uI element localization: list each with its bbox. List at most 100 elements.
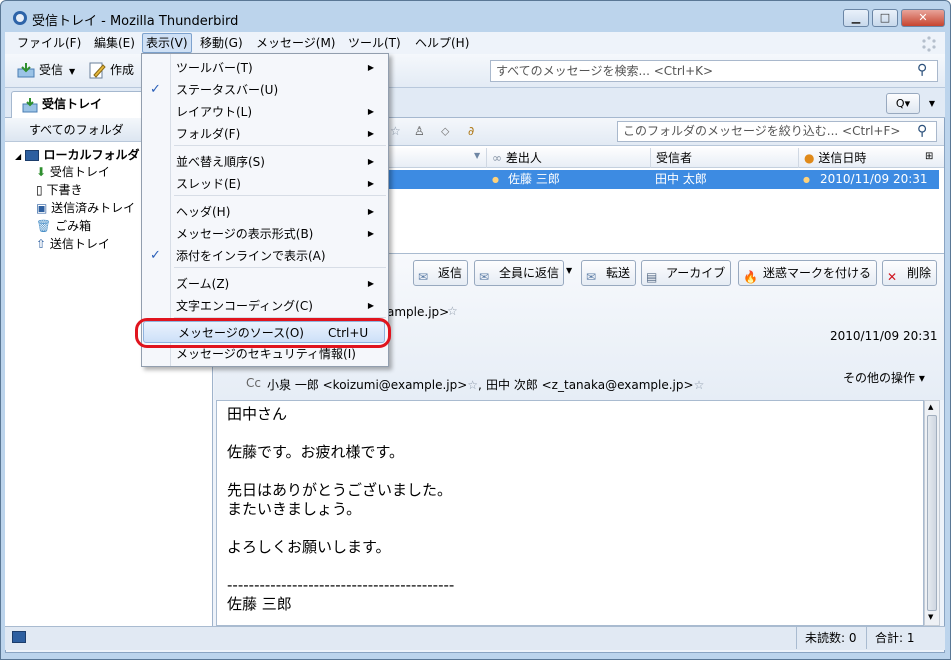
archive-icon: ▤ — [646, 270, 658, 284]
cc-label: Cc — [246, 376, 261, 390]
write-label: 作成 — [110, 63, 135, 77]
folder-drafts[interactable]: ▯ 下書き — [36, 181, 82, 199]
star-icon[interactable]: ☆ — [447, 304, 458, 318]
computer-icon — [25, 150, 40, 161]
delete-label: 削除 — [907, 266, 932, 280]
checkmark-icon: ✓ — [150, 248, 161, 263]
body-line — [227, 519, 913, 538]
folder-inbox[interactable]: ⬇ 受信トレイ — [36, 163, 110, 181]
tree-expand-icon[interactable]: ◢ — [15, 152, 21, 161]
folder-outbox[interactable]: ⇧ 送信トレイ — [36, 235, 110, 253]
quick-filter-input[interactable]: このフォルダのメッセージを絞り込む... <Ctrl+F> — [617, 121, 937, 142]
submenu-arrow-icon: ▶ — [367, 63, 374, 72]
from-address[interactable]: ample.jp> — [387, 305, 449, 319]
row-sender: 佐藤 三郎 — [508, 172, 560, 186]
menu-edit[interactable]: 編集(E) — [91, 33, 138, 53]
menu-view[interactable]: 表示(V) — [142, 33, 192, 53]
get-mail-icon — [17, 63, 35, 78]
get-mail-button[interactable]: 受信 ▼ — [15, 59, 83, 81]
tab-list-chevron-icon[interactable]: ▼ — [925, 93, 939, 114]
menu-item-folder[interactable]: フォルダ(F) ▶ — [142, 123, 388, 145]
menu-item-header[interactable]: ヘッダ(H) ▶ — [142, 201, 388, 223]
menu-item-thread[interactable]: スレッド(E) ▶ — [142, 173, 388, 195]
reply-icon: ✉ — [418, 270, 429, 284]
menu-item-toolbar[interactable]: ツールバー(T) ▶ — [142, 57, 388, 79]
menu-item-label: フォルダ(F) — [176, 127, 241, 141]
menu-separator — [174, 145, 386, 146]
message-body[interactable]: 田中さん 佐藤です。お疲れ様です。 先日はありがとうございました。 またいきまし… — [216, 400, 924, 626]
maximize-button[interactable]: □ — [872, 9, 898, 27]
menu-message[interactable]: メッセージ(M) — [253, 33, 338, 53]
folder-sent[interactable]: ▣ 送信済みトレイ — [36, 199, 135, 217]
menu-separator — [174, 267, 386, 268]
cc-address-1[interactable]: 小泉 一郎 <koizumi@example.jp>☆, — [267, 376, 482, 393]
forward-button[interactable]: ✉ 転送 — [581, 260, 637, 286]
junk-button[interactable]: 🔥 迷惑マークを付ける — [738, 260, 878, 286]
menu-item-label: 添付をインラインで表示(A) — [176, 249, 326, 263]
star-icon[interactable]: ☆ — [467, 378, 478, 392]
scroll-thumb[interactable] — [927, 415, 937, 611]
attachment-filter-icon[interactable]: ∂ — [468, 124, 474, 138]
thread-icon: ∞ — [492, 151, 502, 165]
menu-item-label: 文字エンコーディング(C) — [176, 299, 313, 313]
menu-item-statusbar[interactable]: ✓ ステータスバー(U) — [142, 79, 388, 101]
menu-item-encoding[interactable]: 文字エンコーディング(C) ▶ — [142, 295, 388, 317]
menu-item-layout[interactable]: レイアウト(L) ▶ — [142, 101, 388, 123]
menu-item-zoom[interactable]: ズーム(Z) ▶ — [142, 273, 388, 295]
write-button[interactable]: 作成 — [86, 59, 146, 81]
column-picker-icon[interactable]: ⊞ — [925, 151, 933, 162]
search-icon: ⚲ — [917, 62, 928, 78]
cc-address-2[interactable]: 田中 次郎 <z_tanaka@example.jp>☆ — [486, 376, 704, 393]
body-line: ----------------------------------------… — [227, 576, 455, 594]
folder-local-label: ローカルフォルダ — [43, 148, 140, 162]
quick-filter-toggle-button[interactable]: Q▾ — [886, 93, 920, 114]
reply-button[interactable]: ✉ 返信 — [413, 260, 469, 286]
message-scrollbar[interactable]: ▲ ▼ — [924, 400, 940, 626]
close-button[interactable]: ✕ — [901, 9, 945, 27]
menu-item-label: ズーム(Z) — [176, 277, 230, 291]
menu-tools[interactable]: ツール(T) — [345, 33, 404, 53]
submenu-arrow-icon: ▶ — [367, 157, 374, 166]
column-date[interactable]: ● 送信日時 — [798, 148, 922, 168]
reply-all-dropdown-icon[interactable]: ▼ — [566, 266, 572, 275]
checkmark-icon: ✓ — [150, 82, 161, 97]
body-line — [227, 424, 913, 443]
menu-go[interactable]: 移動(G) — [197, 33, 246, 53]
forward-icon: ✉ — [586, 270, 597, 284]
folder-sent-label: 送信済みトレイ — [51, 201, 136, 215]
menu-separator — [174, 195, 386, 196]
menu-help[interactable]: ヘルプ(H) — [412, 33, 472, 53]
submenu-arrow-icon: ▶ — [367, 179, 374, 188]
scroll-up-icon[interactable]: ▲ — [928, 403, 933, 411]
column-sender[interactable]: ∞ 差出人 — [486, 148, 650, 168]
body-line — [227, 462, 913, 481]
archive-label: アーカイブ — [666, 266, 726, 280]
minimize-button[interactable]: ▁ — [843, 9, 869, 27]
folder-trash[interactable]: 🗑 ごみ箱 — [36, 217, 91, 235]
scroll-down-icon[interactable]: ▼ — [928, 613, 933, 621]
folder-local[interactable]: ◢ ローカルフォルダ — [15, 146, 140, 164]
menu-item-label: メッセージのセキュリティ情報(I) — [176, 347, 356, 361]
drafts-icon: ▯ — [36, 183, 43, 197]
filter-search-icon: ⚲ — [917, 123, 928, 139]
tab-inbox[interactable]: 受信トレイ — [11, 91, 161, 118]
reply-all-button[interactable]: ✉ 全員に返信 — [474, 260, 565, 286]
column-recipient[interactable]: 受信者 — [650, 148, 798, 168]
contact-filter-icon[interactable]: ♙ — [414, 124, 425, 138]
column-date-label: 送信日時 — [818, 151, 867, 165]
reply-all-label: 全員に返信 — [499, 266, 560, 280]
menu-item-sort[interactable]: 並べ替え順序(S) ▶ — [142, 151, 388, 173]
delete-button[interactable]: ✕ 削除 — [882, 260, 938, 286]
menu-item-inline-attachments[interactable]: ✓ 添付をインラインで表示(A) — [142, 245, 388, 267]
global-search-input[interactable]: すべてのメッセージを検索... <Ctrl+K> — [490, 60, 938, 82]
junk-label: 迷惑マークを付ける — [763, 266, 872, 280]
body-line: またいきましょう。 — [227, 500, 362, 518]
online-status-icon[interactable] — [12, 631, 26, 643]
other-actions-button[interactable]: その他の操作 ▾ — [843, 369, 925, 386]
archive-button[interactable]: ▤ アーカイブ — [641, 260, 732, 286]
star-filter-icon[interactable]: ☆ — [390, 124, 401, 138]
tag-filter-icon[interactable]: ⬦ — [441, 124, 449, 139]
menu-file[interactable]: ファイル(F) — [14, 33, 84, 53]
menu-item-display-format[interactable]: メッセージの表示形式(B) ▶ — [142, 223, 388, 245]
star-icon[interactable]: ☆ — [694, 378, 705, 392]
